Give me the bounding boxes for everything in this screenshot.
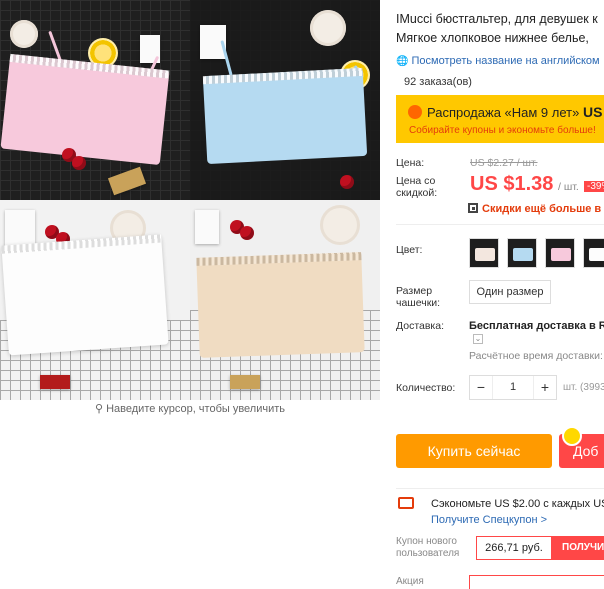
quantity-decrease-button[interactable]: − (470, 376, 492, 399)
promo-icon (408, 105, 422, 119)
shipping-method: Бесплатная доставка в Ru (469, 320, 604, 332)
promo-subtitle: Собирайте купоны и экономьте больше! (409, 125, 596, 136)
available-quantity: шт. (3993 (563, 382, 604, 393)
color-swatch-pink[interactable] (545, 238, 575, 268)
product-image-beige[interactable] (190, 200, 380, 400)
color-swatch-blue[interactable] (507, 238, 537, 268)
product-image-blue[interactable] (190, 0, 380, 200)
color-swatch-white[interactable] (583, 238, 604, 268)
old-price: US $2.27 / шт. (470, 157, 538, 169)
get-coupon-link[interactable]: Получите Спецкупон > (431, 514, 547, 526)
product-image-white[interactable] (0, 200, 190, 400)
product-image-gallery[interactable] (0, 0, 380, 400)
magnifier-icon: ⚲ (94, 403, 104, 415)
quantity-label: Количество: (396, 382, 456, 394)
get-coupon-button[interactable]: ПОЛУЧИ (552, 536, 604, 560)
cup-size-label: Размер чашечки: (396, 285, 441, 309)
current-price: US $1.38 (470, 173, 554, 195)
size-option-one-size[interactable]: Один размер (469, 280, 551, 304)
quantity-input[interactable]: 1 (492, 376, 534, 399)
promo-banner[interactable]: Распродажа «Нам 9 лет» US Собирайте купо… (396, 95, 604, 143)
discount-price-label: Цена со скидкой: (396, 175, 438, 199)
quantity-stepper: − 1 + (469, 375, 557, 400)
coupon-save-text: Сэкономьте US $2.00 с каждых US $ (431, 498, 604, 510)
coupon-icon (398, 497, 414, 509)
divider (396, 224, 604, 225)
divider (396, 488, 604, 489)
new-user-coupon-label: Купон нового пользователя (396, 536, 460, 559)
promo-title: Распродажа «Нам 9 лет» US (427, 104, 603, 120)
zoom-hint-text: Наведите курсор, чтобы увеличить (106, 403, 286, 415)
price-per-unit: / шт. (558, 181, 579, 193)
qr-code-icon (468, 203, 478, 213)
price-label: Цена: (396, 157, 425, 169)
new-user-coupon-amount: 266,71 руб. (476, 536, 552, 560)
color-swatch-black[interactable] (469, 238, 499, 268)
promotion-label: Акция (396, 576, 424, 587)
product-title: IMucci бюстгальтер, для девушек к Мягкое… (396, 12, 598, 45)
translate-icon: 🌐 (396, 56, 409, 67)
zoom-hint: ⚲ Наведите курсор, чтобы увеличить (0, 402, 380, 415)
shipping-label: Доставка: (396, 320, 445, 332)
translate-title-link[interactable]: 🌐 Посмотреть название на английском (396, 55, 600, 67)
buy-now-button[interactable]: Купить сейчас (396, 434, 552, 468)
shipping-dropdown-chevron-icon[interactable]: ⌄ (473, 334, 483, 344)
quantity-increase-button[interactable]: + (534, 376, 556, 399)
estimated-delivery: Расчётное время доставки: (469, 350, 603, 362)
discount-badge: -39% (584, 181, 604, 192)
app-discount-link[interactable]: Скидки ещё больше в пр (468, 203, 604, 215)
color-label: Цвет: (396, 244, 423, 256)
orders-count: 92 заказа(ов) (404, 76, 472, 88)
product-image-pink[interactable] (0, 0, 190, 200)
promo-star-icon (562, 426, 582, 446)
promotion-box[interactable] (469, 575, 604, 589)
